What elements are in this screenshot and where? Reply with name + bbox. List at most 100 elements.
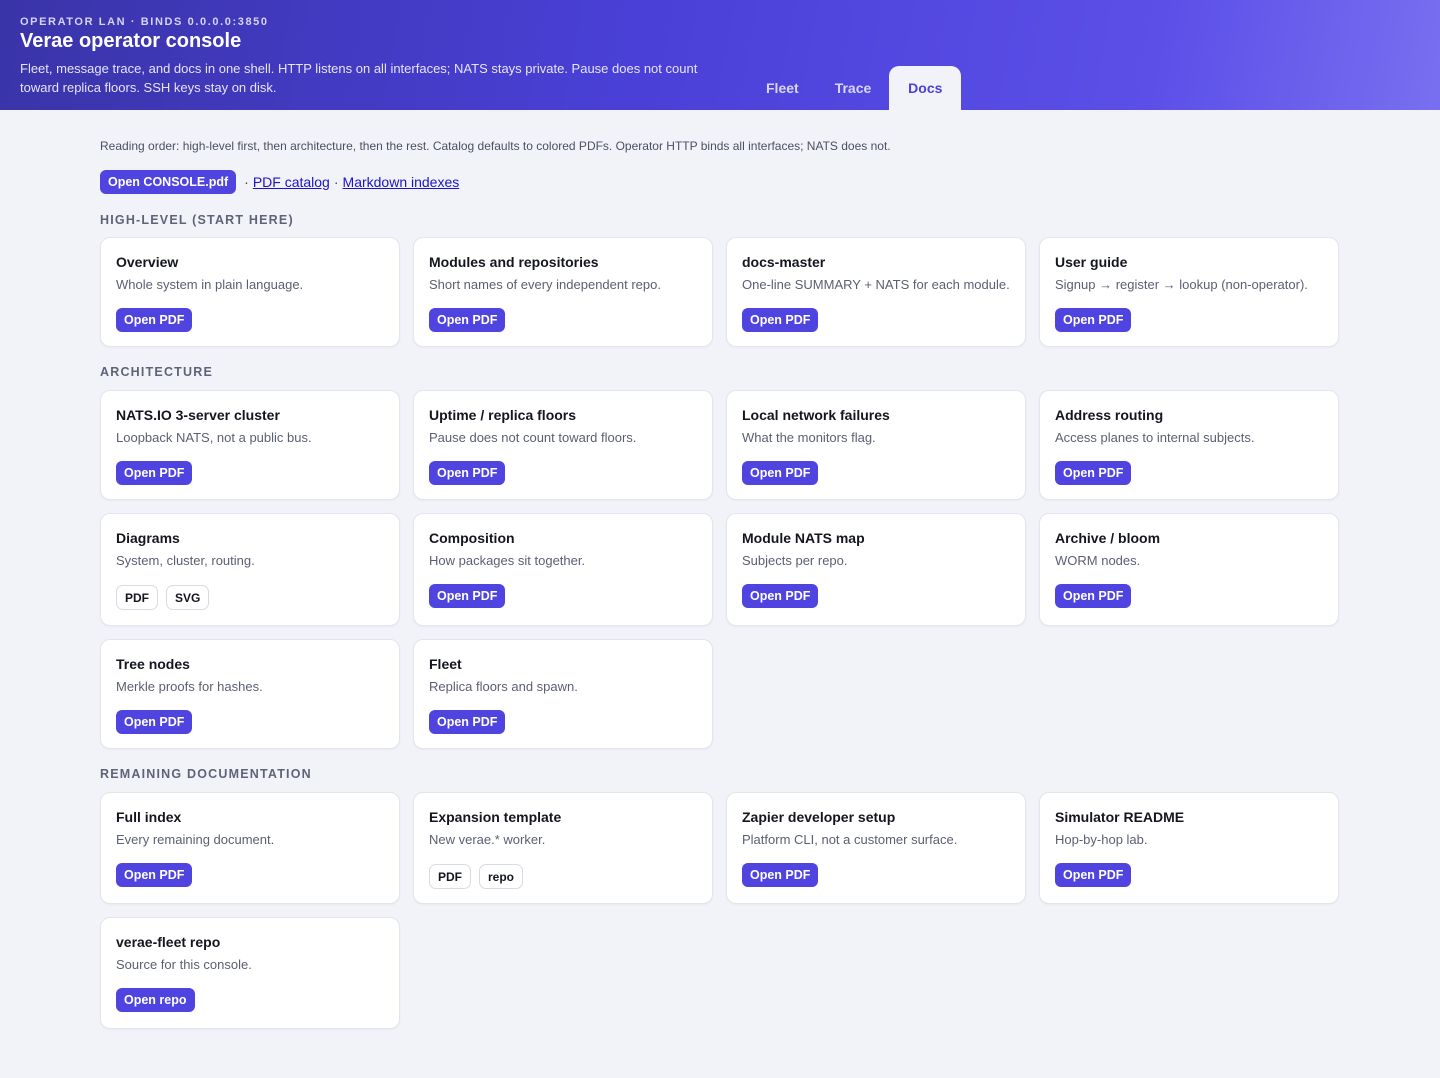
doc-card-description: Pause does not count toward floors. (429, 430, 637, 445)
open-repo-chip[interactable]: repo (479, 864, 524, 889)
doc-card-title: Address routing (1055, 407, 1164, 423)
section-title: ARCHITECTURE (100, 365, 214, 379)
open-console-pdf-button[interactable]: Open CONSOLE.pdf (100, 170, 237, 194)
section-title: REMAINING DOCUMENTATION (100, 767, 312, 781)
doc-card-description: Whole system in plain language. (116, 277, 304, 292)
open-pdf-button[interactable]: Open PDF (429, 710, 506, 734)
doc-card-actions: Open PDF (742, 863, 1010, 887)
open-pdf-button[interactable]: Open PDF (429, 308, 506, 332)
open-pdf-button[interactable]: Open PDF (1055, 863, 1132, 887)
doc-card-actions: Open PDF (116, 308, 384, 332)
doc-card-title: Composition (429, 530, 515, 546)
open-pdf-button[interactable]: Open PDF (116, 710, 193, 734)
doc-card-title: Module NATS map (742, 530, 865, 546)
doc-card-grid: Full index Every remaining document. Open … (100, 792, 1340, 1029)
doc-card-title: User guide (1055, 254, 1128, 270)
doc-links-row: Open CONSOLE.pdf · PDF catalog · Markdow… (100, 170, 1340, 194)
doc-card-title: Uptime / replica floors (429, 407, 577, 423)
doc-card-actions: Open PDF (116, 863, 384, 887)
doc-card-actions: Open PDF (429, 710, 697, 734)
doc-card-actions: Open PDF (429, 461, 697, 485)
doc-card-description: WORM nodes. (1055, 553, 1141, 568)
doc-card-title: NATS.IO 3-server cluster (116, 407, 280, 423)
app-header: OPERATOR LAN · BINDS 0.0.0.0:3850 Verae … (0, 0, 1440, 110)
doc-card-grid: NATS.IO 3-server cluster Loopback NATS, n… (100, 390, 1340, 749)
pdf-catalog-link[interactable]: PDF catalog (253, 174, 330, 190)
open-pdf-button[interactable]: Open PDF (742, 584, 819, 608)
doc-card-actions: Open PDF (1055, 308, 1323, 332)
open-pdf-chip[interactable]: PDF (116, 585, 158, 610)
tab-bar: Fleet Trace Docs (748, 66, 962, 110)
open-pdf-button[interactable]: Open PDF (116, 863, 193, 887)
doc-card-actions: Open PDF (1055, 461, 1323, 485)
doc-card: Uptime / replica floors Pause does not co… (413, 390, 713, 500)
tab-trace[interactable]: Trace (817, 66, 890, 110)
doc-card-description: Replica floors and spawn. (429, 679, 578, 694)
doc-card-title: Simulator README (1055, 809, 1185, 825)
open-pdf-button[interactable]: Open PDF (429, 584, 506, 608)
doc-card-actions: PDF SVG (116, 585, 384, 610)
doc-card-title: Overview (116, 254, 179, 270)
markdown-indexes-link[interactable]: Markdown indexes (343, 174, 460, 190)
tab-fleet[interactable]: Fleet (748, 66, 817, 110)
open-pdf-button[interactable]: Open PDF (116, 461, 193, 485)
doc-card-description: Subjects per repo. (742, 553, 848, 568)
doc-card-description: Short names of every independent repo. (429, 277, 661, 292)
open-pdf-button[interactable]: Open PDF (116, 308, 193, 332)
open-pdf-button[interactable]: Open PDF (742, 308, 819, 332)
doc-card: Tree nodes Merkle proofs for hashes. Open … (100, 639, 400, 749)
doc-card-description: Access planes to internal subjects. (1055, 430, 1255, 445)
reading-order-note: Reading order: high-level first, then ar… (100, 139, 891, 153)
header-subtitle: Fleet, message trace, and docs in one sh… (20, 61, 698, 95)
doc-card-actions: Open repo (116, 988, 384, 1012)
open-pdf-button[interactable]: Open PDF (742, 461, 819, 485)
doc-card-title: Diagrams (116, 530, 180, 546)
doc-card: Full index Every remaining document. Open … (100, 792, 400, 904)
doc-card: verae-fleet repo Source for this console.… (100, 917, 400, 1029)
doc-card: Expansion template New verae.* worker. PDF… (413, 792, 713, 904)
open-pdf-chip[interactable]: PDF (429, 864, 471, 889)
doc-card-description: Source for this console. (116, 957, 252, 972)
open-svg-chip[interactable]: SVG (166, 585, 210, 610)
doc-card: Modules and repositories Short names of e… (413, 237, 713, 347)
doc-section: REMAINING DOCUMENTATION Full index Every r… (100, 767, 1340, 1029)
doc-card-title: Expansion template (429, 809, 562, 825)
doc-card-grid: Overview Whole system in plain language. O… (100, 237, 1340, 347)
doc-card-actions: Open PDF (1055, 863, 1323, 887)
doc-section: ARCHITECTURE NATS.IO 3-server cluster Loop… (100, 365, 1340, 749)
docs-panel: Reading order: high-level first, then ar… (100, 110, 1340, 1029)
header-eyebrow: OPERATOR LAN · BINDS 0.0.0.0:3850 (20, 16, 269, 28)
doc-card-title: Tree nodes (116, 656, 190, 672)
doc-card: Overview Whole system in plain language. O… (100, 237, 400, 347)
doc-card-description: Hop-by-hop lab. (1055, 832, 1148, 847)
doc-card-title: Full index (116, 809, 182, 825)
open-pdf-button[interactable]: Open PDF (1055, 584, 1132, 608)
doc-card-actions: Open PDF (742, 461, 1010, 485)
doc-card: Zapier developer setup Platform CLI, not … (726, 792, 1026, 904)
open-repo-button[interactable]: Open repo (116, 988, 195, 1012)
doc-card: Address routing Access planes to internal… (1039, 390, 1339, 500)
doc-card-title: Fleet (429, 656, 462, 672)
doc-card-description: How packages sit together. (429, 553, 586, 568)
doc-card-actions: Open PDF (429, 584, 697, 608)
tab-docs[interactable]: Docs (889, 66, 962, 110)
doc-card-actions: Open PDF (116, 710, 384, 734)
doc-card-title: Archive / bloom (1055, 530, 1161, 546)
doc-card-description: What the monitors flag. (742, 430, 876, 445)
open-pdf-button[interactable]: Open PDF (1055, 308, 1132, 332)
open-pdf-button[interactable]: Open PDF (1055, 461, 1132, 485)
doc-section: HIGH-LEVEL (START HERE) Overview Whole sys… (100, 213, 1340, 347)
doc-card-description: Loopback NATS, not a public bus. (116, 430, 312, 445)
doc-card-actions: Open PDF (742, 584, 1010, 608)
doc-card: Simulator README Hop-by-hop lab. Open PDF (1039, 792, 1339, 904)
link-separator: · (244, 174, 249, 190)
link-separator: · (333, 174, 339, 190)
doc-card-title: Local network failures (742, 407, 890, 423)
doc-card: Composition How packages sit together. Ope… (413, 513, 713, 626)
doc-card: Local network failures What the monitors … (726, 390, 1026, 500)
doc-card: User guide Signup → register → lookup (no… (1039, 237, 1339, 347)
open-pdf-button[interactable]: Open PDF (742, 863, 819, 887)
open-pdf-button[interactable]: Open PDF (429, 461, 506, 485)
doc-sections: HIGH-LEVEL (START HERE) Overview Whole sys… (100, 213, 1340, 1029)
doc-card-description: Every remaining document. (116, 832, 275, 847)
